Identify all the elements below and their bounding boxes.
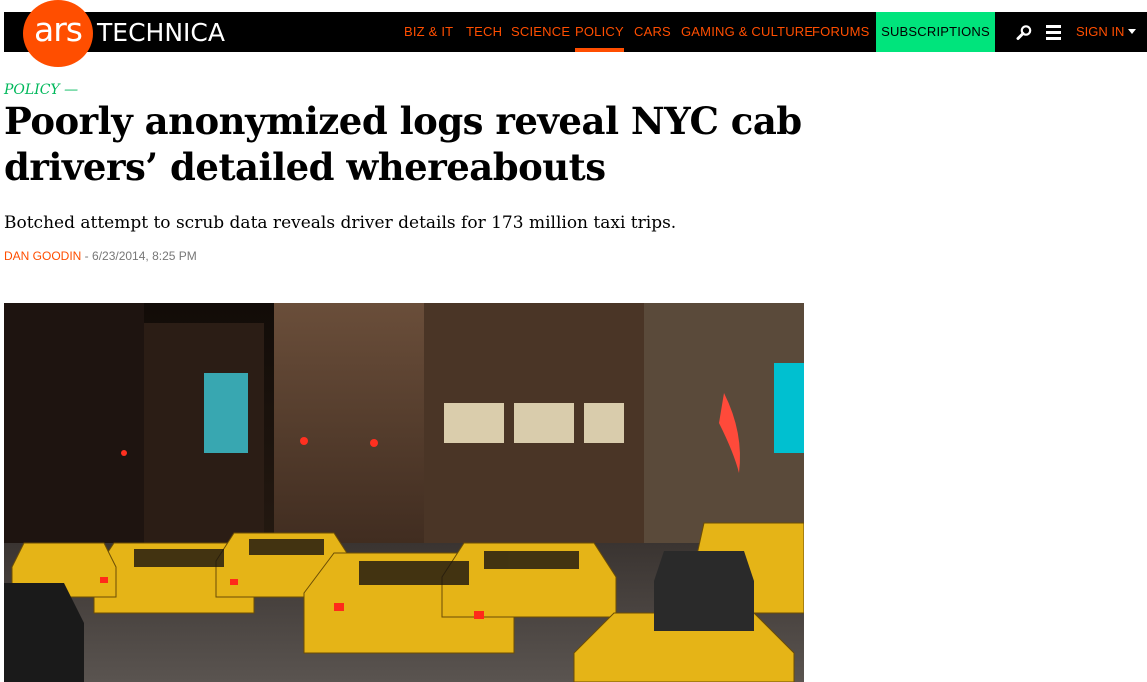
- hero-image: [4, 303, 804, 682]
- article-kicker[interactable]: POLICY —: [4, 82, 78, 98]
- article-dek: Botched attempt to scrub data reveals dr…: [4, 213, 677, 233]
- publish-date: 6/23/2014, 8:25 PM: [92, 249, 197, 263]
- article-title: Poorly anonymized logs reveal NYC cab dr…: [4, 99, 802, 189]
- byline-separator: -: [81, 249, 93, 263]
- nav-gaming-culture[interactable]: GAMING & CULTURE: [681, 12, 813, 52]
- menu-icon[interactable]: [1046, 25, 1061, 40]
- search-icon[interactable]: [1015, 24, 1033, 42]
- sign-in-label: SIGN IN: [1076, 24, 1125, 39]
- nav-cars[interactable]: CARS: [634, 12, 671, 52]
- nav-science[interactable]: SCIENCE: [511, 12, 570, 52]
- chevron-down-icon: [1128, 29, 1137, 34]
- subscriptions-button[interactable]: SUBSCRIPTIONS: [876, 12, 995, 52]
- nav-forums[interactable]: FORUMS: [812, 12, 870, 52]
- byline: DAN GOODIN - 6/23/2014, 8:25 PM: [4, 248, 197, 264]
- nav-biz-it[interactable]: BIZ & IT: [404, 12, 453, 52]
- nav-policy[interactable]: POLICY: [575, 12, 624, 52]
- hero-image-taxi-street-scene: [4, 303, 804, 682]
- sign-in-button[interactable]: SIGN IN: [1076, 12, 1137, 52]
- logo-ars-text[interactable]: ars: [30, 8, 86, 52]
- logo-technica-text[interactable]: TECHNICA: [97, 18, 225, 48]
- nav-tech[interactable]: TECH: [466, 12, 502, 52]
- author-link[interactable]: DAN GOODIN: [4, 249, 81, 263]
